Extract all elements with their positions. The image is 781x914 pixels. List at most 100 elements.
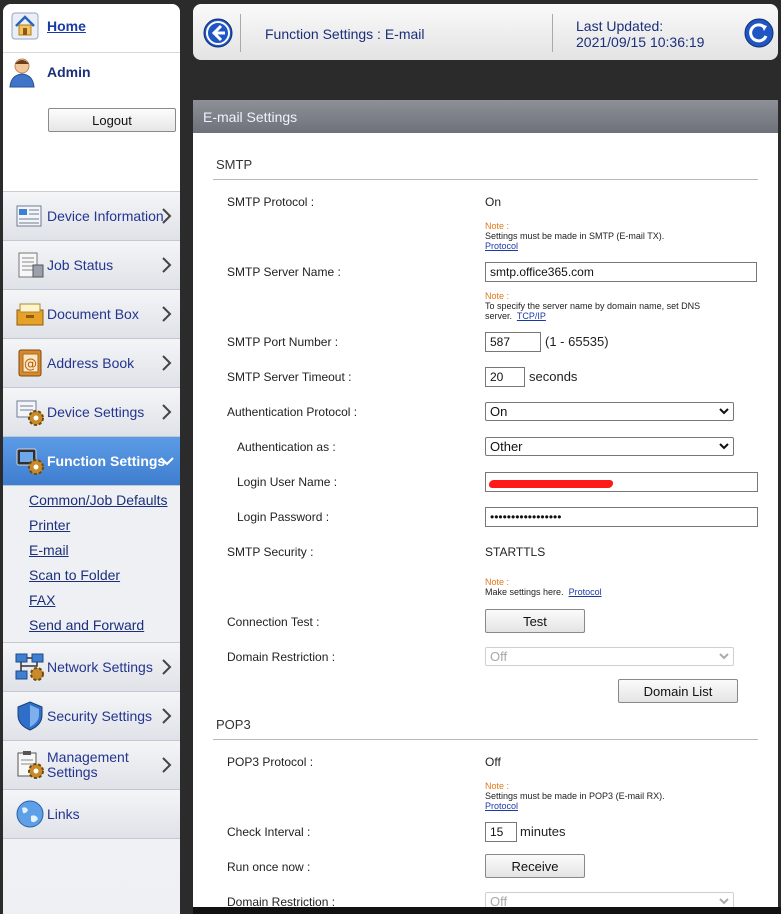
protocol-link[interactable]: Protocol — [485, 801, 518, 811]
smtp-security-note: Note : Make settings here. Protocol — [485, 577, 735, 597]
protocol-link[interactable]: Protocol — [569, 587, 602, 597]
sidebar-user-area: Home Admin Logout — [3, 4, 180, 192]
last-updated-label: Last Updated: — [576, 18, 664, 34]
selected-value: On — [490, 404, 508, 419]
sidebar-item-label: Security Settings — [47, 707, 153, 724]
note-text: Settings must be made in POP3 (E-mail RX… — [485, 791, 665, 801]
sidebar-item-address-book[interactable]: @ Address Book — [3, 339, 180, 388]
function-settings-submenu: Common/Job Defaults Printer E-mail Scan … — [3, 486, 180, 643]
connection-test-label: Connection Test : — [227, 615, 320, 629]
network-settings-icon — [15, 653, 44, 681]
sidebar-item-links[interactable]: Links — [3, 790, 180, 839]
chevron-down-icon — [719, 898, 729, 905]
address-book-icon: @ — [18, 349, 42, 377]
refresh-icon[interactable] — [744, 18, 774, 48]
sidebar-item-management-settings[interactable]: Management Settings — [3, 741, 180, 790]
login-password-label: Login Password : — [237, 510, 330, 524]
sidebar-item-device-settings[interactable]: Device Settings — [3, 388, 180, 437]
smtp-security-value: STARTTLS — [485, 545, 546, 559]
home-link[interactable]: Home — [47, 18, 86, 34]
note-title: Note : — [485, 577, 510, 587]
check-interval-input[interactable] — [485, 822, 517, 842]
divider — [240, 14, 241, 52]
pop3-protocol-label: POP3 Protocol : — [227, 755, 314, 769]
function-settings-icon — [16, 448, 44, 475]
sidebar-item-security-settings[interactable]: Security Settings — [3, 692, 180, 741]
user-row: Admin — [7, 56, 91, 88]
management-settings-icon — [17, 751, 44, 779]
sidebar-item-label: Network Settings — [47, 658, 153, 675]
chevron-right-icon — [162, 708, 172, 724]
logout-button[interactable]: Logout — [48, 108, 176, 132]
smtp-port-label: SMTP Port Number : — [227, 335, 339, 349]
submenu-fax[interactable]: FAX — [3, 588, 180, 613]
sidebar-item-function-settings[interactable]: Function Settings — [3, 437, 180, 486]
sidebar-item-network-settings[interactable]: Network Settings — [3, 643, 180, 692]
smtp-server-name-input[interactable] — [485, 262, 757, 282]
submenu-printer[interactable]: Printer — [3, 513, 180, 538]
device-information-icon — [16, 205, 42, 227]
login-password-input[interactable] — [485, 507, 758, 527]
auth-as-label: Authentication as : — [237, 440, 336, 454]
last-updated-value: 2021/09/15 10:36:19 — [576, 34, 705, 50]
smtp-port-range: (1 - 65535) — [545, 334, 609, 349]
panel-title: E-mail Settings — [193, 100, 778, 133]
home-link-row[interactable]: Home — [11, 12, 86, 40]
auth-protocol-select[interactable]: On — [485, 402, 734, 421]
sidebar-item-label: Device Settings — [47, 403, 145, 420]
back-arrow-icon[interactable] — [203, 18, 233, 48]
pop3-protocol-value: Off — [485, 755, 501, 769]
selected-value: Off — [490, 649, 508, 664]
chevron-right-icon — [162, 355, 172, 371]
sidebar-item-job-status[interactable]: Job Status — [3, 241, 180, 290]
sidebar-item-label: Job Status — [47, 256, 114, 273]
user-name: Admin — [47, 64, 91, 80]
divider — [552, 14, 553, 52]
smtp-timeout-label: SMTP Server Timeout : — [227, 370, 352, 384]
user-avatar-icon — [9, 58, 35, 88]
page-header: Function Settings : E-mail Last Updated:… — [193, 4, 778, 60]
check-interval-unit: minutes — [520, 824, 566, 839]
chevron-right-icon — [162, 208, 172, 224]
protocol-link[interactable]: Protocol — [485, 241, 518, 251]
submenu-common-job-defaults[interactable]: Common/Job Defaults — [3, 488, 180, 513]
smtp-protocol-label: SMTP Protocol : — [227, 195, 315, 209]
chevron-down-icon — [160, 457, 174, 466]
run-once-now-label: Run once now : — [227, 860, 311, 874]
note-text: Settings must be made in SMTP (E-mail TX… — [485, 231, 665, 241]
sidebar-item-device-information[interactable]: Device Information — [3, 192, 180, 241]
shield-icon — [17, 701, 43, 731]
globe-icon — [16, 800, 44, 828]
chevron-down-icon — [719, 653, 729, 660]
smtp-port-input[interactable] — [485, 332, 541, 352]
receive-button[interactable]: Receive — [485, 854, 585, 878]
home-icon — [11, 12, 39, 40]
sidebar-item-label: Document Box — [47, 305, 139, 322]
svg-text:@: @ — [24, 357, 37, 372]
domain-list-button[interactable]: Domain List — [618, 679, 738, 703]
note-title: Note : — [485, 221, 510, 231]
sidebar-item-document-box[interactable]: Document Box — [3, 290, 180, 339]
domain-restriction-select[interactable]: Off — [485, 647, 734, 666]
domain-restriction-label: Domain Restriction : — [227, 650, 336, 664]
sidebar-menu: Device Information Job Status Document B… — [3, 192, 180, 839]
bottom-edge — [193, 907, 781, 914]
submenu-email[interactable]: E-mail — [3, 538, 180, 563]
submenu-scan-to-folder[interactable]: Scan to Folder — [3, 563, 180, 588]
auth-as-select[interactable]: Other — [485, 437, 734, 456]
sidebar: Home Admin Logout Device Information Job… — [3, 4, 180, 914]
check-interval-label: Check Interval : — [227, 825, 311, 839]
device-settings-icon — [16, 400, 44, 426]
smtp-server-note: Note : To specify the server name by dom… — [485, 291, 725, 321]
submenu-send-and-forward[interactable]: Send and Forward — [3, 613, 180, 638]
pop3-protocol-note: Note : Settings must be made in POP3 (E-… — [485, 781, 735, 811]
tcpip-link[interactable]: TCP/IP — [517, 311, 546, 321]
smtp-security-label: SMTP Security : — [227, 545, 314, 559]
job-status-icon — [18, 252, 44, 278]
smtp-timeout-input[interactable] — [485, 367, 525, 387]
test-button[interactable]: Test — [485, 609, 585, 633]
chevron-right-icon — [162, 306, 172, 322]
note-title: Note : — [485, 291, 510, 301]
chevron-right-icon — [162, 757, 172, 773]
auth-protocol-label: Authentication Protocol : — [227, 405, 358, 419]
